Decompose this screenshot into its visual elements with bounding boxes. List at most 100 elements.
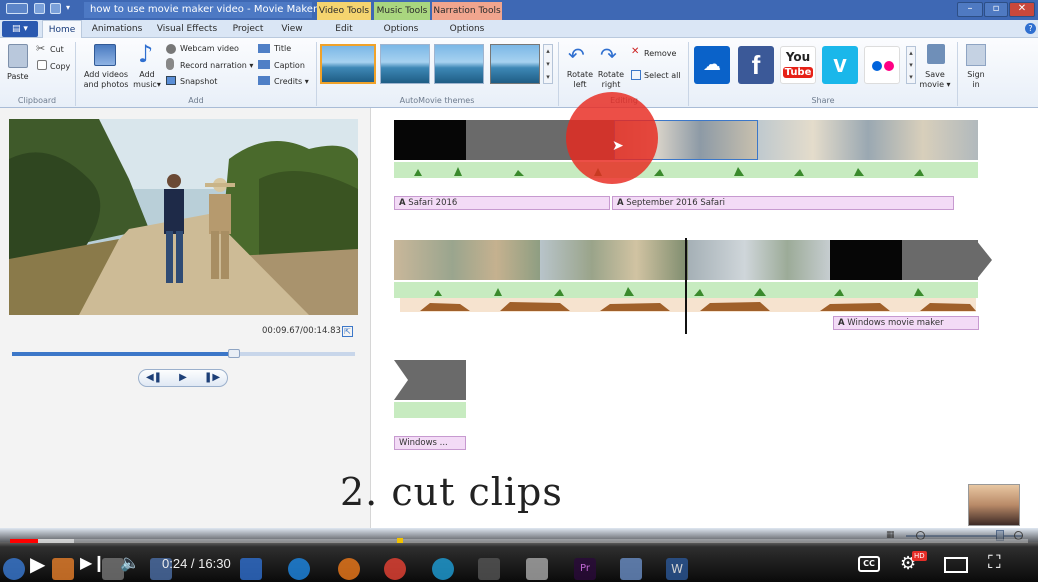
automovie-theme-1[interactable] bbox=[320, 44, 376, 84]
video-clip[interactable] bbox=[688, 240, 830, 280]
context-header-narration-tools: Narration Tools bbox=[432, 2, 502, 20]
help-icon[interactable]: ? bbox=[1025, 23, 1036, 34]
add-videos-button[interactable]: Add videos and photos bbox=[82, 70, 130, 90]
tab-visual-effects[interactable]: Visual Effects bbox=[152, 20, 222, 38]
onedrive-icon[interactable]: ☁ bbox=[694, 46, 730, 84]
share-group-label: Share bbox=[811, 96, 835, 105]
cut-button[interactable]: Cut bbox=[50, 45, 64, 55]
app-menu-icon[interactable] bbox=[6, 3, 28, 14]
credits-label: Credits bbox=[274, 77, 303, 86]
firefox-icon[interactable] bbox=[338, 558, 360, 580]
record-narration-button[interactable]: Record narration ▾ bbox=[180, 61, 253, 71]
tab-narration-options[interactable]: Options bbox=[434, 20, 500, 38]
player-progress-track[interactable] bbox=[10, 539, 1028, 543]
maximize-button[interactable]: ▫ bbox=[984, 2, 1008, 17]
automovie-theme-3[interactable] bbox=[434, 44, 484, 84]
remove-button[interactable]: Remove bbox=[644, 49, 676, 59]
preview-timecode: 00:09.67/00:14.83 bbox=[262, 326, 341, 336]
movie-maker-icon[interactable] bbox=[620, 558, 642, 580]
sign-in-button[interactable]: Sign in bbox=[962, 70, 990, 90]
start-icon[interactable] bbox=[3, 558, 25, 580]
tab-view[interactable]: View bbox=[274, 20, 310, 38]
tab-animations[interactable]: Animations bbox=[86, 20, 148, 38]
webcam-video-button[interactable]: Webcam video bbox=[180, 44, 239, 54]
black-title-clip[interactable] bbox=[830, 240, 902, 280]
caption-clip[interactable]: A September 2016 Safari bbox=[612, 196, 954, 210]
add-music-label: Add bbox=[139, 70, 155, 79]
taskbar-app-icon[interactable] bbox=[240, 558, 262, 580]
premiere-icon[interactable]: Pr bbox=[574, 558, 596, 580]
tab-edit[interactable]: Edit bbox=[318, 20, 370, 38]
automovie-theme-4[interactable] bbox=[490, 44, 540, 84]
taskbar-app-icon[interactable] bbox=[478, 558, 500, 580]
share-gallery-scroll[interactable]: ▴ ▾ ▾ bbox=[906, 46, 916, 84]
video-clip[interactable] bbox=[394, 240, 540, 280]
audio-track-1[interactable] bbox=[394, 162, 978, 178]
taskbar-app-icon[interactable] bbox=[52, 558, 74, 580]
player-volume-icon[interactable]: 🔈 bbox=[120, 553, 140, 572]
undo-icon[interactable] bbox=[50, 3, 61, 14]
credits-button[interactable]: Credits ▾ bbox=[274, 77, 309, 87]
tab-music-options[interactable]: Options bbox=[374, 20, 428, 38]
previous-frame-button[interactable]: ◀❚ bbox=[140, 370, 168, 386]
snapshot-button[interactable]: Snapshot bbox=[180, 77, 217, 87]
theater-mode-icon[interactable] bbox=[944, 557, 968, 573]
grey-title-clip[interactable] bbox=[902, 240, 978, 280]
player-play-icon[interactable]: ▶ bbox=[30, 552, 45, 576]
caption-clip[interactable]: Windows ... bbox=[394, 436, 466, 450]
fullscreen-icon[interactable]: ⛶ bbox=[988, 552, 1001, 573]
caption-clip[interactable]: A Windows movie maker bbox=[833, 316, 979, 330]
save-movie-button[interactable]: Save movie ▾ bbox=[918, 70, 952, 90]
video-clip[interactable] bbox=[758, 120, 978, 160]
caption-text: Windows movie maker bbox=[847, 318, 944, 328]
facebook-icon[interactable]: f bbox=[738, 46, 774, 84]
rotate-left-button[interactable]: Rotate left bbox=[566, 70, 594, 90]
ie-icon[interactable] bbox=[288, 558, 310, 580]
black-title-clip[interactable] bbox=[394, 120, 466, 160]
playhead[interactable] bbox=[685, 238, 687, 334]
preview-seek-handle[interactable] bbox=[228, 349, 240, 358]
tab-home[interactable]: Home bbox=[42, 20, 82, 38]
credits-icon bbox=[258, 76, 270, 85]
music-track[interactable] bbox=[400, 298, 976, 312]
file-menu-button[interactable]: ▤ ▾ bbox=[2, 21, 38, 37]
vimeo-icon[interactable]: v bbox=[822, 46, 858, 84]
rotate-right-icon: ↷ bbox=[600, 43, 617, 67]
theme-gallery-scroll[interactable]: ▴ ▾ ▾ bbox=[543, 44, 553, 84]
player-next-icon[interactable]: ▶❙ bbox=[80, 553, 106, 572]
clip-row-1[interactable] bbox=[394, 120, 978, 160]
play-button[interactable]: ▶ bbox=[169, 370, 197, 386]
minimize-button[interactable]: – bbox=[957, 2, 983, 17]
skype-icon[interactable] bbox=[432, 558, 454, 580]
word-icon[interactable]: W bbox=[666, 558, 688, 580]
caption-clip[interactable]: A Safari 2016 bbox=[394, 196, 610, 210]
automovie-theme-2[interactable] bbox=[380, 44, 430, 84]
qat-dropdown-icon[interactable]: ▾ bbox=[66, 3, 76, 14]
video-preview[interactable] bbox=[9, 119, 358, 315]
captions-button[interactable]: CC bbox=[858, 556, 880, 572]
taskbar-app-icon[interactable] bbox=[526, 558, 548, 580]
presenter-avatar bbox=[968, 484, 1020, 526]
tab-project[interactable]: Project bbox=[226, 20, 270, 38]
youtube-icon[interactable]: You Tube bbox=[780, 46, 816, 84]
title-icon bbox=[258, 44, 270, 53]
caption-text: Safari 2016 bbox=[408, 198, 458, 208]
flickr-icon[interactable] bbox=[864, 46, 900, 84]
fullscreen-preview-icon[interactable]: ⇱ bbox=[342, 326, 353, 337]
title-button[interactable]: Title bbox=[274, 44, 291, 54]
audio-track-3[interactable] bbox=[394, 402, 466, 418]
save-icon[interactable] bbox=[34, 3, 45, 14]
context-header-music-tools: Music Tools bbox=[374, 2, 430, 20]
paste-button[interactable]: Paste bbox=[7, 72, 29, 82]
chrome-icon[interactable] bbox=[384, 558, 406, 580]
select-all-button[interactable]: Select all bbox=[644, 71, 681, 81]
text-clip-icon: A bbox=[399, 198, 406, 208]
sign-in-label: Sign bbox=[967, 70, 985, 79]
rotate-right-button[interactable]: Rotate right bbox=[597, 70, 625, 90]
next-frame-button[interactable]: ❚▶ bbox=[198, 370, 226, 386]
add-music-button[interactable]: Add music▾ bbox=[132, 70, 162, 90]
caption-button[interactable]: Caption bbox=[274, 61, 305, 71]
video-clip[interactable] bbox=[540, 240, 688, 280]
close-button[interactable]: ✕ bbox=[1009, 2, 1035, 17]
copy-button[interactable]: Copy bbox=[50, 62, 70, 72]
